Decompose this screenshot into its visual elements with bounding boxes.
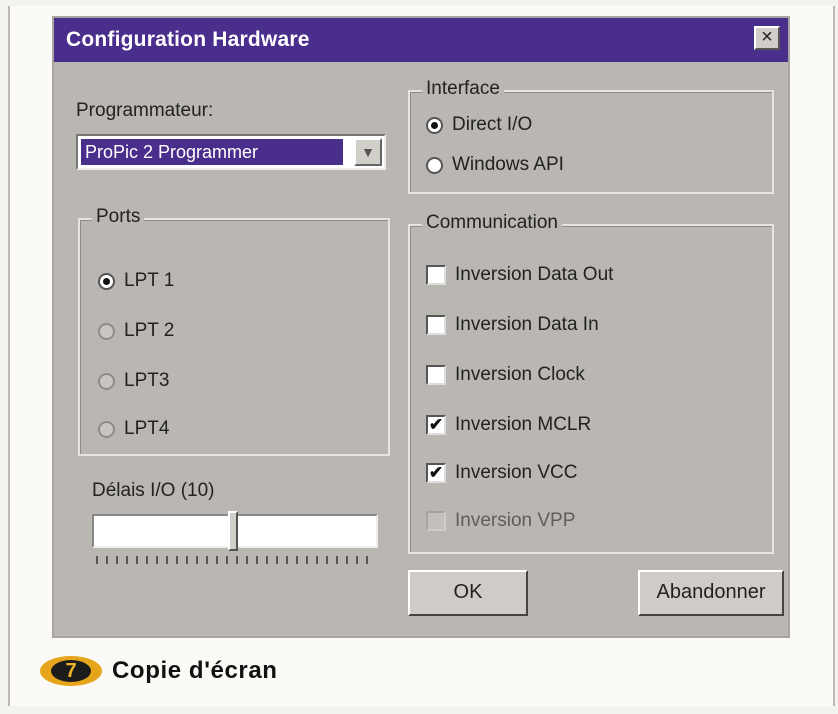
radio-lpt1[interactable]: LPT 1 [98, 270, 174, 292]
delay-slider-thumb[interactable] [228, 511, 238, 551]
radio-label: LPT 2 [124, 320, 175, 341]
checkbox-icon [426, 265, 446, 285]
checkbox-icon [426, 365, 446, 385]
checkbox-icon [426, 511, 446, 531]
communication-group-title: Communication [422, 212, 562, 234]
radio-button-icon [98, 272, 115, 290]
checkbox-inversion-data-out[interactable]: Inversion Data Out [426, 264, 613, 286]
checkbox-inversion-data-in[interactable]: Inversion Data In [426, 314, 599, 336]
configuration-dialog: Configuration Hardware × Programmateur: … [52, 16, 790, 638]
ok-button[interactable]: OK [408, 570, 528, 616]
radio-button-icon [98, 372, 115, 390]
radio-button-icon [426, 156, 443, 174]
radio-label: LPT4 [124, 418, 170, 439]
ports-group: Ports LPT 1 LPT 2 LPT3 LPT4 [78, 206, 390, 456]
radio-button-icon [98, 420, 115, 438]
chevron-down-icon[interactable]: ▼ [354, 138, 382, 166]
radio-label: Windows API [452, 154, 564, 175]
programmer-label: Programmateur: [76, 100, 214, 121]
radio-direct-io[interactable]: Direct I/O [426, 114, 532, 136]
checkbox-inversion-vcc[interactable]: ✔ Inversion VCC [426, 462, 578, 484]
delay-label: Délais I/O (10) [92, 480, 215, 501]
radio-windows-api[interactable]: Windows API [426, 154, 564, 176]
checkbox-label: Inversion Clock [455, 364, 585, 385]
radio-label: LPT 1 [124, 270, 175, 291]
figure-caption: 7 Copie d'écran [40, 656, 278, 686]
radio-button-icon [426, 116, 443, 134]
slider-ticks [96, 556, 376, 564]
checkbox-label: Inversion VPP [455, 510, 576, 531]
radio-label: Direct I/O [452, 114, 533, 135]
interface-group: Interface Direct I/O Windows API [408, 78, 774, 194]
caption-text: Copie d'écran [112, 657, 278, 684]
communication-group: Communication Inversion Data Out Inversi… [408, 212, 774, 554]
radio-lpt4[interactable]: LPT4 [98, 418, 169, 440]
radio-label: LPT3 [124, 370, 170, 391]
close-button[interactable]: × [754, 26, 780, 50]
interface-group-title: Interface [422, 78, 504, 100]
checkbox-inversion-vpp[interactable]: Inversion VPP [426, 510, 575, 532]
figure-number: 7 [51, 660, 91, 682]
checkbox-label: Inversion VCC [455, 462, 578, 483]
radio-lpt3[interactable]: LPT3 [98, 370, 169, 392]
programmer-select[interactable]: ProPic 2 Programmer ▼ [76, 134, 386, 170]
cancel-button[interactable]: Abandonner [638, 570, 784, 616]
ports-group-title: Ports [92, 206, 145, 228]
figure-number-badge: 7 [40, 656, 102, 686]
title-bar: Configuration Hardware × [54, 18, 788, 62]
checkbox-icon [426, 315, 446, 335]
checkbox-label: Inversion MCLR [455, 414, 592, 435]
programmer-selected-value: ProPic 2 Programmer [81, 139, 343, 165]
radio-lpt2[interactable]: LPT 2 [98, 320, 174, 342]
check-mark-icon: ✔ [426, 463, 446, 483]
checkbox-label: Inversion Data In [455, 314, 599, 335]
radio-button-icon [98, 322, 115, 340]
checkbox-inversion-mclr[interactable]: ✔ Inversion MCLR [426, 414, 591, 436]
dialog-title: Configuration Hardware [66, 28, 310, 51]
check-mark-icon: ✔ [426, 415, 446, 435]
checkbox-label: Inversion Data Out [455, 264, 614, 285]
checkbox-inversion-clock[interactable]: Inversion Clock [426, 364, 585, 386]
